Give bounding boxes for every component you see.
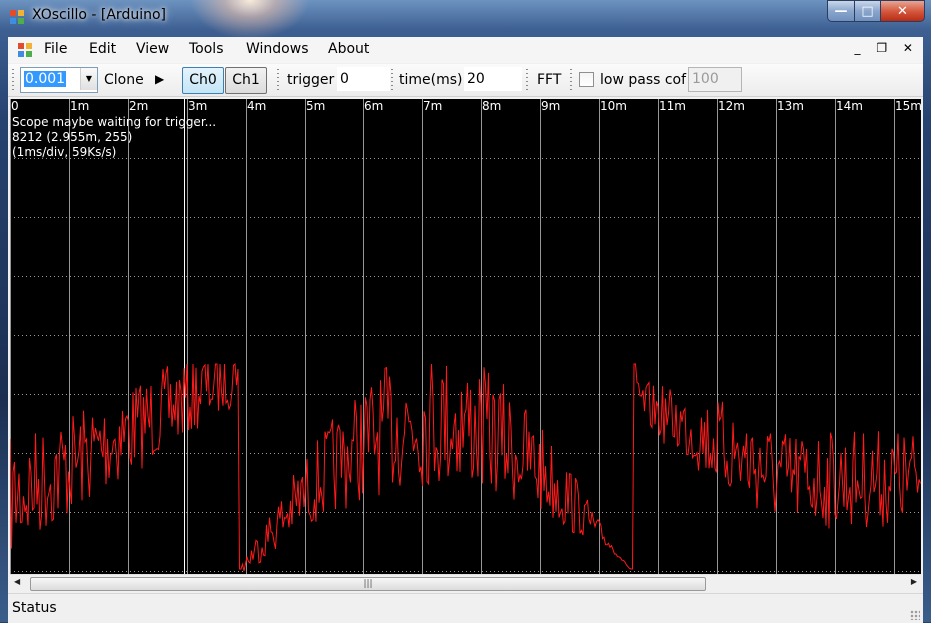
scroll-thumb[interactable]: |||: [30, 577, 706, 591]
lowpass-label: low pass cof: [600, 72, 687, 88]
scope-status-line: Scope maybe waiting for trigger...: [12, 115, 217, 129]
toolbar-separator: [277, 69, 279, 91]
scroll-right-icon[interactable]: ▶: [911, 577, 917, 586]
resize-grip-icon[interactable]: [910, 610, 920, 620]
window-title: XOscillo - [Arduino]: [32, 7, 166, 23]
time-tick-label: 5m: [306, 99, 326, 113]
menu-tools[interactable]: Tools: [189, 41, 224, 57]
scale-value[interactable]: 0.001: [24, 71, 67, 87]
timebase-readout: (1ms/div, 59Ks/s): [12, 145, 117, 159]
clone-button[interactable]: Clone: [104, 72, 144, 88]
toolbar-separator: [391, 69, 393, 91]
toolbar-separator: [526, 69, 528, 91]
toolbar-separator: [570, 69, 572, 91]
client-area: File Edit View Tools Windows About _ ❐ ✕…: [8, 37, 923, 623]
horizontal-scrollbar[interactable]: ◀ ||| ▶: [10, 574, 921, 592]
window-controls: — □ ✕: [827, 0, 925, 22]
scroll-left-icon[interactable]: ◀: [14, 577, 20, 586]
scope-plot: [10, 99, 921, 574]
status-text: Status: [12, 600, 57, 616]
time-tick-label: 7m: [423, 99, 443, 113]
mdi-child-icon[interactable]: [18, 43, 32, 57]
menu-about[interactable]: About: [328, 41, 369, 57]
menu-edit[interactable]: Edit: [89, 41, 116, 57]
lowpass-input[interactable]: 100: [688, 67, 742, 92]
chevron-down-icon[interactable]: ▼: [80, 68, 97, 90]
minimize-icon: —: [834, 3, 848, 19]
fft-button[interactable]: FFT: [537, 72, 561, 88]
time-label: time(ms): [399, 72, 463, 88]
time-tick-label: 3m: [188, 99, 208, 113]
menu-windows[interactable]: Windows: [246, 41, 309, 57]
close-icon: ✕: [897, 3, 908, 19]
time-tick-label: 10m: [600, 99, 627, 113]
time-tick-label: 2m: [129, 99, 149, 113]
toolbar: 0.001 ▼ Clone ▶ Ch0 Ch1 trigger 0 time(m…: [8, 64, 923, 97]
scale-combobox[interactable]: 0.001 ▼: [20, 67, 98, 93]
maximize-button[interactable]: □: [855, 0, 881, 22]
maximize-icon: □: [861, 3, 874, 19]
menu-file[interactable]: File: [44, 41, 67, 57]
mdi-window-controls[interactable]: _ ❐ ✕: [855, 41, 919, 55]
close-button[interactable]: ✕: [881, 0, 925, 22]
toolbar-grip[interactable]: [12, 69, 14, 91]
time-tick-label: 8m: [482, 99, 502, 113]
time-tick-label: 4m: [247, 99, 267, 113]
time-tick-label: 1m: [70, 99, 90, 113]
menu-view[interactable]: View: [136, 41, 169, 57]
trigger-input[interactable]: 0: [337, 67, 390, 91]
lowpass-checkbox[interactable]: [579, 72, 594, 87]
minimize-button[interactable]: —: [827, 0, 855, 22]
time-tick-label: 11m: [659, 99, 686, 113]
time-tick-label: 6m: [364, 99, 384, 113]
time-tick-label: 15m: [895, 99, 921, 113]
time-tick-label: 12m: [718, 99, 745, 113]
ch1-button[interactable]: Ch1: [225, 67, 267, 94]
status-bar: Status: [8, 593, 923, 623]
time-tick-label: 14m: [836, 99, 863, 113]
trigger-label: trigger: [287, 72, 335, 88]
time-tick-label: 0: [11, 99, 19, 113]
title-bar[interactable]: XOscillo - [Arduino] — □ ✕: [0, 0, 931, 34]
window-frame: XOscillo - [Arduino] — □ ✕ File Edit Vie…: [0, 0, 931, 623]
cursor-readout: 8212 (2.955m, 255): [12, 130, 133, 144]
signal-trace-ch0: [10, 362, 921, 572]
time-tick-label: 9m: [541, 99, 561, 113]
time-tick-label: 13m: [777, 99, 804, 113]
app-icon: [10, 10, 24, 24]
time-input[interactable]: 20: [464, 67, 522, 91]
menu-bar: File Edit View Tools Windows About _ ❐ ✕: [8, 37, 923, 63]
play-icon[interactable]: ▶: [155, 72, 164, 86]
scope-display[interactable]: 0 1m 2m 3m 4m 5m 6m 7m 8m 9m 10m 11m 12m 13m 14m 15m Sc…: [10, 99, 921, 574]
ch0-button[interactable]: Ch0: [182, 67, 224, 94]
